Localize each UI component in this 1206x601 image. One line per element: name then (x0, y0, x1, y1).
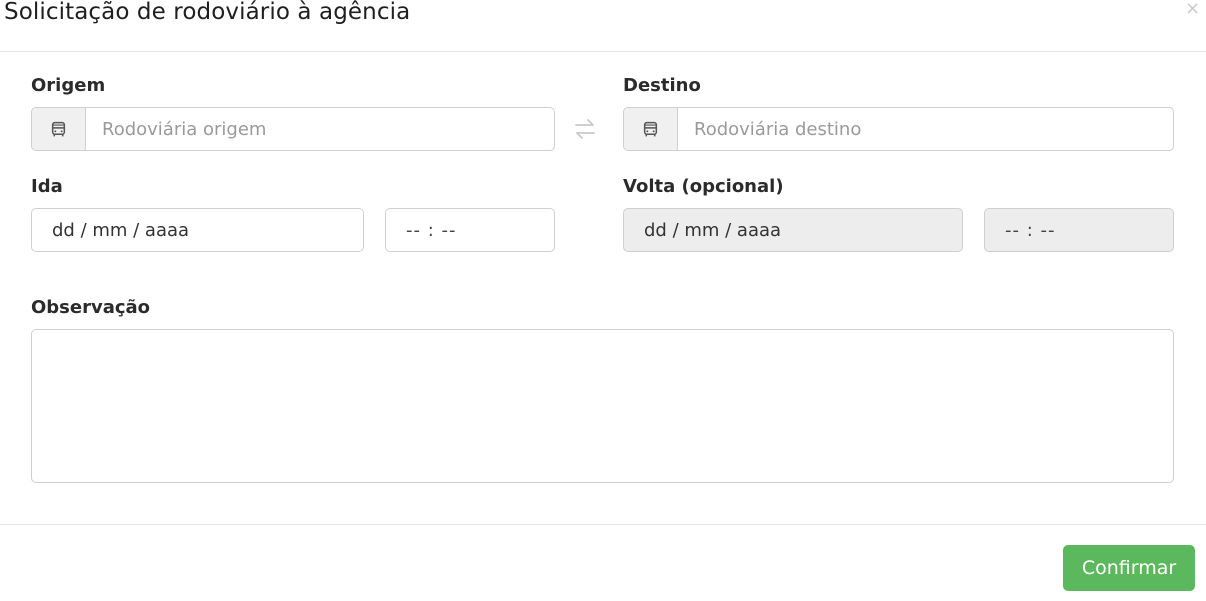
destination-label: Destino (623, 75, 701, 96)
destination-input[interactable] (678, 108, 1173, 150)
origin-input[interactable] (86, 108, 554, 150)
departure-label: Ida (31, 176, 63, 197)
destination-input-group (623, 107, 1174, 151)
footer-divider (0, 524, 1206, 525)
return-time-placeholder: -- : -- (1005, 219, 1056, 241)
return-time-input: -- : -- (984, 208, 1174, 252)
confirm-button[interactable]: Confirmar (1063, 545, 1195, 591)
notes-label: Observação (31, 297, 151, 318)
modal-title: Solicitação de rodoviário à agência (4, 0, 411, 25)
return-date-placeholder: dd / mm / aaaa (644, 219, 782, 241)
bus-icon (624, 108, 678, 150)
departure-time-input[interactable]: -- : -- (385, 208, 555, 252)
swap-arrows-icon[interactable] (573, 118, 597, 140)
origin-label: Origem (31, 75, 106, 96)
bus-icon (32, 108, 86, 150)
header-divider (0, 51, 1206, 52)
return-date-input: dd / mm / aaaa (623, 208, 963, 252)
notes-textarea[interactable] (31, 329, 1174, 483)
departure-date-input[interactable]: dd / mm / aaaa (31, 208, 364, 252)
departure-date-placeholder: dd / mm / aaaa (52, 219, 190, 241)
return-label: Volta (opcional) (623, 176, 784, 197)
departure-time-placeholder: -- : -- (406, 219, 457, 241)
origin-input-group (31, 107, 555, 151)
close-icon[interactable]: × (1185, 0, 1200, 19)
